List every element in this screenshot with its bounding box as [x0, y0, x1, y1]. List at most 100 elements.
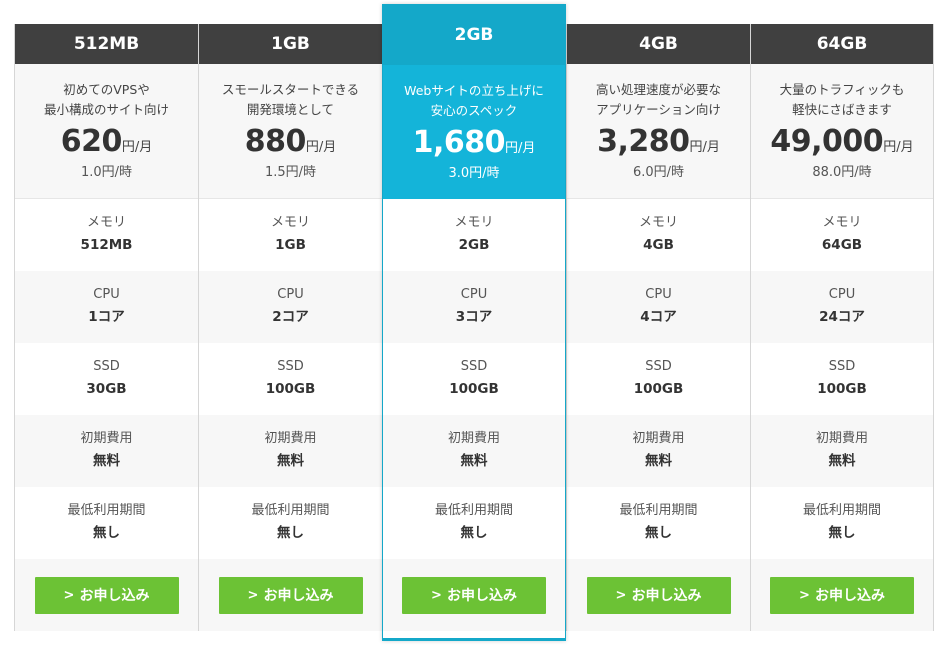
spec-value: 無し	[828, 525, 856, 541]
plan-description-line2: 最小構成のサイト向け	[43, 102, 169, 117]
spec-label: 最低利用期間	[434, 503, 513, 518]
spec-label: CPU	[828, 287, 856, 302]
spec-initial-fee: 初期費用 無料	[15, 415, 198, 487]
spec-label: 最低利用期間	[251, 503, 330, 518]
plan-description-line1: Webサイトの立ち上げに	[404, 83, 544, 98]
spec-label: CPU	[277, 287, 304, 302]
spec-value: 無料	[93, 453, 120, 469]
spec-value: 無し	[93, 525, 120, 541]
spec-min-period: 最低利用期間 無し	[567, 487, 750, 559]
spec-value: 24コア	[819, 309, 865, 325]
apply-button-label: お申し込み	[631, 588, 702, 604]
chevron-right-icon: >	[63, 587, 75, 603]
monthly-price: 620円/月	[15, 126, 198, 164]
chevron-right-icon: >	[615, 587, 627, 603]
plan-intro: Webサイトの立ち上げに 安心のスペック 1,680円/月 3.0円/時	[383, 65, 565, 199]
spec-label: メモリ	[270, 215, 310, 230]
monthly-price: 3,280円/月	[567, 126, 750, 164]
plan-card-1gb: 1GB スモールスタートできる 開発環境として 880円/月 1.5円/時 メモ…	[198, 24, 382, 631]
cta-area: > お申し込み	[751, 559, 933, 631]
price-amount: 49,000	[770, 124, 884, 159]
spec-initial-fee: 初期費用 無料	[383, 415, 565, 487]
spec-value: 1コア	[88, 309, 125, 325]
cta-area: > お申し込み	[199, 559, 382, 631]
spec-min-period: 最低利用期間 無し	[751, 487, 933, 559]
chevron-right-icon: >	[799, 587, 810, 603]
price-unit: 円/月	[883, 140, 914, 155]
spec-initial-fee: 初期費用 無料	[199, 415, 382, 487]
spec-value: 4コア	[640, 309, 677, 325]
hourly-price: 6.0円/時	[632, 165, 685, 180]
spec-memory: メモリ 64GB	[751, 199, 933, 271]
spec-value: 無料	[460, 453, 488, 469]
plan-name: 512MB	[15, 24, 198, 64]
chevron-right-icon: >	[431, 587, 442, 603]
spec-value: 100GB	[265, 381, 316, 397]
spec-memory: メモリ 1GB	[199, 199, 382, 271]
spec-ssd: SSD 100GB	[383, 343, 565, 415]
spec-label: 初期費用	[80, 431, 133, 446]
price-amount: 620	[60, 124, 123, 159]
cta-area: > お申し込み	[383, 559, 565, 631]
spec-label: SSD	[93, 359, 120, 374]
plan-description-line2: 軽快にさばきます	[792, 102, 892, 117]
apply-button-label: お申し込み	[79, 588, 150, 604]
apply-button[interactable]: > お申し込み	[770, 576, 914, 614]
apply-button[interactable]: > お申し込み	[402, 576, 546, 614]
spec-label: 初期費用	[815, 431, 868, 446]
monthly-price: 49,000円/月	[751, 126, 933, 164]
hourly-price: 1.0円/時	[80, 165, 133, 180]
hourly-price: 3.0円/時	[448, 166, 500, 181]
spec-value: 30GB	[86, 381, 127, 397]
plan-intro: 大量のトラフィックも 軽快にさばきます 49,000円/月 88.0円/時	[751, 64, 933, 199]
spec-cpu: CPU 1コア	[15, 271, 198, 343]
spec-label: メモリ	[454, 215, 494, 230]
spec-label: 最低利用期間	[802, 503, 881, 518]
price-amount: 1,680	[412, 125, 506, 160]
spec-memory: メモリ 4GB	[567, 199, 750, 271]
spec-label: メモリ	[86, 215, 126, 230]
plan-description-line2: アプリケーション向け	[596, 102, 721, 117]
spec-value: 64GB	[821, 237, 863, 253]
plan-card-64gb: 64GB 大量のトラフィックも 軽快にさばきます 49,000円/月 88.0円…	[750, 24, 934, 631]
spec-value: 無料	[828, 453, 856, 469]
spec-label: メモリ	[638, 215, 678, 230]
apply-button[interactable]: > お申し込み	[218, 576, 363, 614]
spec-value: 無料	[277, 453, 304, 469]
spec-value: 無し	[645, 525, 672, 541]
spec-cpu: CPU 3コア	[383, 271, 565, 343]
spec-value: 無し	[277, 525, 304, 541]
plan-name: 2GB	[383, 5, 565, 65]
spec-label: 初期費用	[264, 431, 317, 446]
apply-button[interactable]: > お申し込み	[34, 576, 179, 614]
monthly-price: 880円/月	[199, 126, 382, 164]
spec-label: 初期費用	[447, 431, 500, 446]
spec-value: 100GB	[633, 381, 684, 397]
spec-cpu: CPU 24コア	[751, 271, 933, 343]
plan-intro: 高い処理速度が必要な アプリケーション向け 3,280円/月 6.0円/時	[567, 64, 750, 199]
apply-button[interactable]: > お申し込み	[586, 576, 731, 614]
plan-description-line2: 安心のスペック	[430, 103, 518, 118]
spec-value: 2GB	[458, 237, 490, 253]
price-unit: 円/月	[305, 140, 337, 155]
plan-card-2gb-featured: 2GB Webサイトの立ち上げに 安心のスペック 1,680円/月 3.0円/時…	[382, 4, 566, 641]
cta-area: > お申し込み	[15, 559, 198, 631]
spec-cpu: CPU 2コア	[199, 271, 382, 343]
spec-ssd: SSD 100GB	[199, 343, 382, 415]
spec-value: 1GB	[275, 237, 306, 253]
spec-value: 無料	[645, 453, 672, 469]
hourly-price: 1.5円/時	[264, 165, 317, 180]
pricing-table: 512MB 初めてのVPSや 最小構成のサイト向け 620円/月 1.0円/時 …	[14, 0, 934, 647]
cta-area: > お申し込み	[567, 559, 750, 631]
spec-label: 最低利用期間	[67, 503, 146, 518]
price-unit: 円/月	[689, 140, 720, 155]
chevron-right-icon: >	[247, 587, 259, 603]
spec-cpu: CPU 4コア	[567, 271, 750, 343]
apply-button-label: お申し込み	[446, 588, 517, 604]
plan-intro: スモールスタートできる 開発環境として 880円/月 1.5円/時	[199, 64, 382, 199]
spec-label: 初期費用	[632, 431, 685, 446]
price-unit: 円/月	[121, 140, 153, 155]
spec-initial-fee: 初期費用 無料	[751, 415, 933, 487]
plan-description-line1: スモールスタートできる	[221, 82, 360, 97]
spec-min-period: 最低利用期間 無し	[383, 487, 565, 559]
